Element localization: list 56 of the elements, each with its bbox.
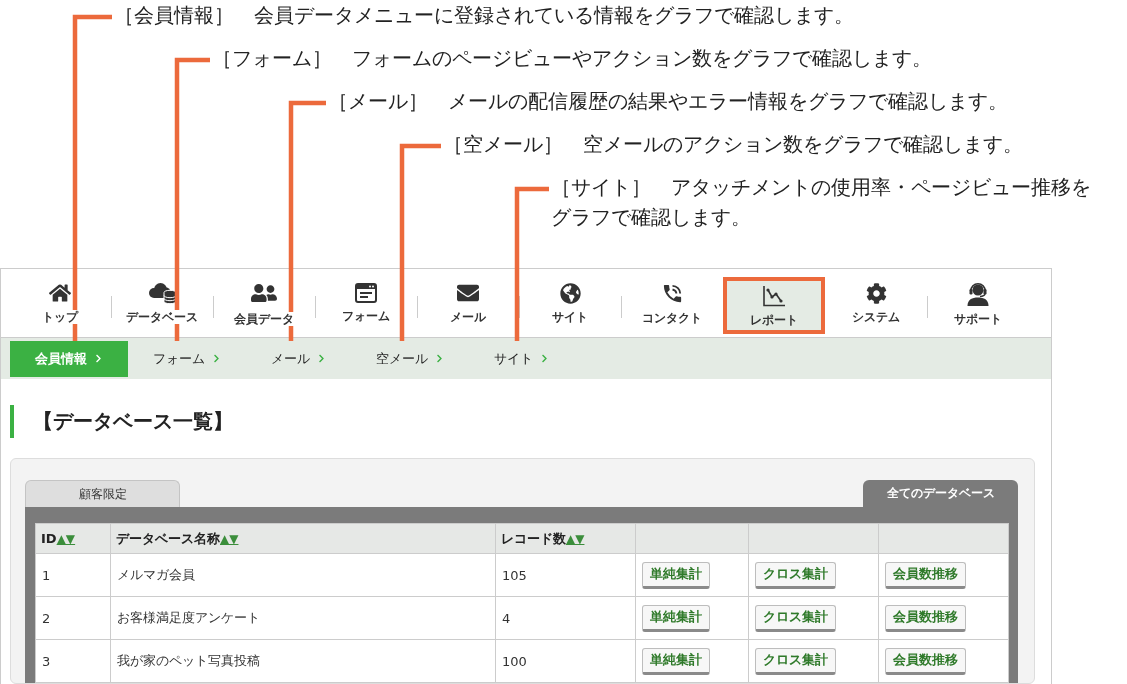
column-header: データベース名称 [116,530,220,546]
report-button[interactable]: 単純集計 [642,647,710,675]
globe-icon [559,282,581,304]
nav-tab[interactable]: サイト [519,269,621,337]
table-cell: 3 [35,639,111,683]
callout-text: ［空メール］ 空メールのアクション数をグラフで確認します。 [443,131,1024,158]
nav-tab[interactable]: メール [417,269,519,337]
nav-tab[interactable]: フォーム [315,269,417,337]
subnav-tab[interactable]: サイト [469,340,574,377]
gear-icon [865,282,887,304]
column-header: ID [41,531,57,546]
chevron-right-icon [317,354,326,363]
subnav-tab[interactable]: メール [246,340,351,377]
tab[interactable]: 顧客限定 [25,480,180,507]
chevron-right-icon [212,354,221,363]
table-cell: お客様満足度アンケート [110,596,496,640]
nav-tab[interactable]: レポート [723,277,825,334]
nav-tab[interactable]: トップ [9,269,111,337]
subnav-tab[interactable]: 空メール [351,340,469,377]
table-cell: 1 [35,553,111,597]
chevron-right-icon [435,354,444,363]
section-heading: 【データベース一覧】 [10,405,1035,438]
report-button[interactable]: 単純集計 [642,604,710,632]
report-button[interactable]: クロス集計 [755,647,836,675]
table-cell: 2 [35,596,111,640]
callout-text: ［メール］ メールの配信履歴の結果やエラー情報をグラフで確認します。 [328,88,1009,115]
table-cell: 100 [495,639,636,683]
column-header: レコード数 [501,530,566,546]
report-button[interactable]: 単純集計 [642,561,710,589]
nav-tab[interactable]: コンタクト [621,269,723,337]
chevron-right-icon [94,354,103,363]
nav-tab[interactable]: 会員データ [213,269,315,337]
envelope-icon [457,282,479,304]
callout-text: ［会員情報］ 会員データメニューに登録されている情報をグラフで確認します。 [114,2,855,29]
report-button[interactable]: クロス集計 [755,604,836,632]
report-button[interactable]: 会員数推移 [885,647,966,675]
chevron-right-icon [540,354,549,363]
table-cell: 4 [495,596,636,640]
table-cell: 我が家のペット写真投稿 [110,639,496,683]
callout-text: ［フォーム］ フォームのページビューやアクション数をグラフで確認します。 [212,45,933,72]
tab[interactable]: 全てのデータベース [863,480,1018,507]
nav-tab[interactable]: システム [825,269,927,337]
report-button[interactable]: 会員数推移 [885,604,966,632]
table-cell: メルマガ会員 [110,553,496,597]
table-cell: 105 [495,553,636,597]
home-icon [49,282,71,304]
nav-tab[interactable]: サポート [927,269,1029,337]
subnav-tab[interactable]: フォーム [128,340,246,377]
cloud-database-icon [148,282,176,304]
nav-tab[interactable]: データベース [111,269,213,337]
line-chart-icon [762,284,786,307]
callout-text: ［サイト］ アタッチメントの使用率・ページビュー推移をグラフで確認します。 [551,174,1092,231]
headset-person-icon [967,280,989,306]
report-button[interactable]: クロス集計 [755,561,836,589]
browser-window-icon [355,283,377,303]
report-button[interactable]: 会員数推移 [885,561,966,589]
